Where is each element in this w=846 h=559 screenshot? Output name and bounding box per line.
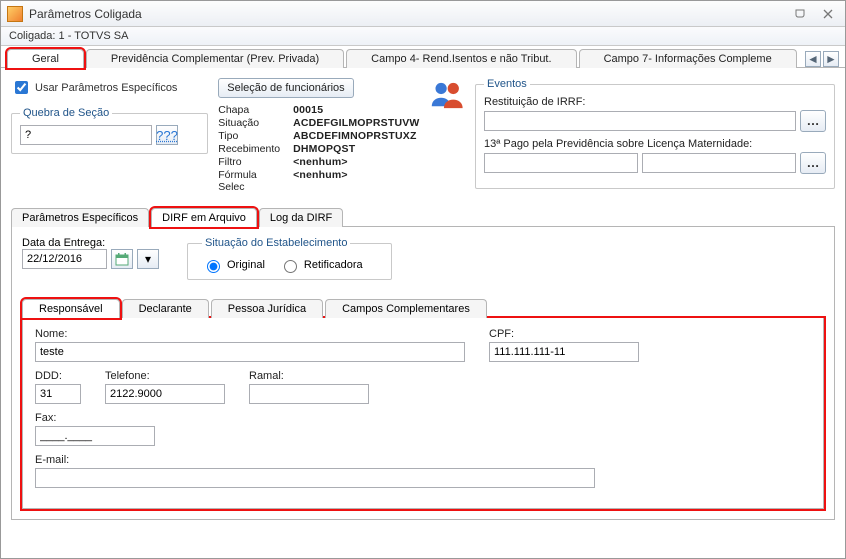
tab-campo4[interactable]: Campo 4- Rend.Isentos e não Tribut. (346, 49, 576, 68)
fax-input[interactable] (35, 426, 155, 446)
main-tabs: Geral Previdência Complementar (Prev. Pr… (1, 46, 845, 68)
quebra-lookup-icon[interactable]: ??? (156, 125, 178, 145)
calendar-icon[interactable] (111, 249, 133, 269)
subtab-param-esp[interactable]: Parâmetros Específicos (11, 208, 149, 227)
content: Usar Parâmetros Específicos Quebra de Se… (1, 68, 845, 558)
close-icon[interactable] (817, 5, 839, 23)
licmat-input-2[interactable] (642, 153, 796, 173)
ddd-input[interactable] (35, 384, 81, 404)
selecao-funcionarios-button[interactable]: Seleção de funcionários (218, 78, 353, 98)
inner-tabs: Responsável Declarante Pessoa Jurídica C… (22, 298, 824, 318)
info-grid: Chapa00015 SituaçãoACDEFGILMOPRSTUVW Tip… (218, 104, 419, 193)
nome-input[interactable] (35, 342, 465, 362)
quebra-input[interactable] (20, 125, 152, 145)
subtab-log[interactable]: Log da DIRF (259, 208, 343, 227)
email-input[interactable] (35, 468, 595, 488)
tab-prev[interactable]: Previdência Complementar (Prev. Privada) (86, 49, 344, 68)
restituicao-irrf-input[interactable] (484, 111, 796, 131)
ramal-input[interactable] (249, 384, 369, 404)
tab-geral[interactable]: Geral (7, 49, 84, 68)
radio-retificadora[interactable]: Retificadora (279, 257, 363, 273)
telefone-input[interactable] (105, 384, 225, 404)
situacao-estab: Situação do Estabelecimento Original Ret… (187, 237, 392, 280)
data-entrega-label: Data da Entrega: (22, 237, 159, 249)
app-icon (7, 6, 23, 22)
titlebar: Parâmetros Coligada (1, 1, 845, 27)
restituicao-irrf-lookup[interactable]: … (800, 110, 826, 132)
itab-compl[interactable]: Campos Complementares (325, 299, 487, 318)
data-entrega-input[interactable] (22, 249, 107, 269)
sub-tabs: Parâmetros Específicos DIRF em Arquivo L… (11, 207, 835, 227)
eventos-group: Eventos Restituição de IRRF: … 13ª Pago … (475, 78, 835, 189)
tab-scroll-left[interactable]: ◄ (805, 51, 821, 67)
dirf-arquivo-panel: Data da Entrega: ▾ Situação do Estabelec… (11, 227, 835, 520)
subtitle: Coligada: 1 - TOTVS SA (1, 27, 845, 46)
itab-pj[interactable]: Pessoa Jurídica (211, 299, 323, 318)
itab-resp[interactable]: Responsável (22, 299, 120, 318)
tab-campo7[interactable]: Campo 7- Informações Compleme (579, 49, 797, 68)
minimize-icon[interactable] (789, 5, 811, 23)
use-specific-params-checkbox[interactable] (15, 81, 28, 94)
radio-original[interactable]: Original (202, 257, 265, 273)
licmat-input-1[interactable] (484, 153, 638, 173)
cpf-input[interactable] (489, 342, 639, 362)
tab-scroll-right[interactable]: ► (823, 51, 839, 67)
responsavel-form: Nome: CPF: DDD: Telefone: (22, 318, 824, 509)
window-title: Parâmetros Coligada (29, 7, 142, 21)
subtab-dirf-arq[interactable]: DIRF em Arquivo (151, 208, 257, 227)
itab-decl[interactable]: Declarante (122, 299, 209, 318)
licmat-lookup[interactable]: … (800, 152, 826, 174)
window: Parâmetros Coligada Coligada: 1 - TOTVS … (0, 0, 846, 559)
quebra-secao: Quebra de Seção ??? (11, 107, 208, 154)
date-dropdown-icon[interactable]: ▾ (137, 249, 159, 269)
people-icon (428, 78, 465, 112)
use-specific-params[interactable]: Usar Parâmetros Específicos (11, 78, 208, 97)
